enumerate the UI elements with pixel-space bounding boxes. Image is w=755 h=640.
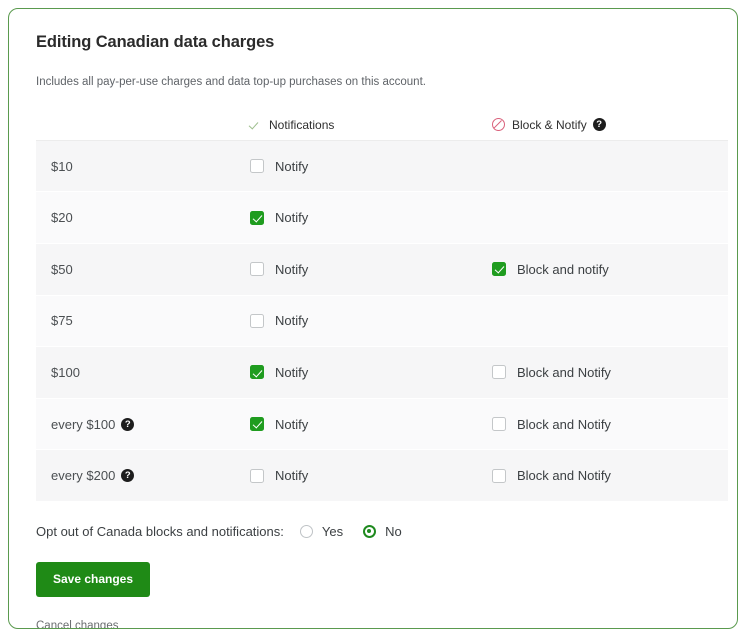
block-notify-label: Block and Notify	[517, 364, 611, 380]
charge-amount-label: every $100	[51, 416, 116, 432]
radio-label: Yes	[321, 523, 344, 539]
block-notify-checkbox[interactable]	[492, 468, 506, 483]
optout-radio-no[interactable]: No	[363, 524, 402, 539]
block-notify-cell[interactable]: Block and Notify	[492, 417, 726, 432]
header-notifications-column: Notifications	[250, 118, 492, 132]
notify-label: Notify	[275, 364, 309, 380]
notify-label: Notify	[275, 468, 309, 484]
charge-amount-cell: $75	[36, 313, 250, 328]
block-notify-label: Block and Notify	[517, 416, 611, 432]
charges-table: $10 Notify $20 Notify $50 Notify Block and not…	[36, 139, 728, 502]
charge-amount-cell: $50	[36, 262, 250, 277]
notify-cell[interactable]: Notify	[250, 159, 492, 174]
notify-checkbox[interactable]	[250, 468, 264, 483]
table-row: $50 Notify Block and notify	[36, 243, 728, 296]
header-block-notify-column: Block & Notify ?	[492, 118, 726, 132]
notify-cell[interactable]: Notify	[250, 262, 492, 277]
notify-checkbox[interactable]	[250, 159, 264, 174]
table-row: $20 Notify	[36, 192, 728, 244]
optout-row: Opt out of Canada blocks and notificatio…	[36, 524, 710, 539]
check-icon	[250, 119, 262, 131]
charge-amount-cell: every $100?	[36, 417, 250, 432]
prohibition-icon	[492, 118, 505, 132]
notify-checkbox[interactable]	[250, 210, 264, 225]
notify-checkbox[interactable]	[250, 417, 264, 431]
charge-amount-label: $100	[51, 364, 80, 380]
table-row: every $100? Notify Block and Notify	[36, 398, 728, 451]
optout-label: Opt out of Canada blocks and notificatio…	[36, 523, 284, 539]
charge-amount-cell: $20	[36, 210, 250, 225]
save-button[interactable]: Save changes	[36, 561, 150, 597]
charge-amount-label: $20	[51, 210, 73, 226]
charge-amount-label: $75	[51, 313, 73, 329]
optout-radio-yes[interactable]: Yes	[299, 523, 344, 539]
notify-cell[interactable]: Notify	[250, 417, 492, 432]
help-icon[interactable]: ?	[592, 118, 606, 132]
charge-amount-cell: every $200?	[36, 468, 250, 483]
block-notify-checkbox[interactable]	[492, 365, 506, 380]
notify-label: Notify	[275, 261, 309, 277]
radio-button[interactable]	[299, 524, 313, 538]
radio-button[interactable]	[363, 524, 377, 538]
block-notify-label: Block and Notify	[517, 468, 611, 484]
cancel-changes-link[interactable]: Cancel changes	[36, 620, 118, 628]
notify-cell[interactable]: Notify	[250, 468, 492, 483]
page-subtitle: Includes all pay-per-use charges and dat…	[36, 75, 426, 88]
table-row: $75 Notify	[36, 295, 728, 348]
table-row: $10 Notify	[36, 140, 728, 193]
block-notify-cell[interactable]: Block and Notify	[492, 365, 726, 380]
block-notify-cell[interactable]: Block and Notify	[492, 468, 726, 483]
notify-checkbox[interactable]	[250, 313, 264, 328]
notify-cell[interactable]: Notify	[250, 210, 492, 225]
notify-cell[interactable]: Notify	[250, 313, 492, 328]
charge-amount-cell: $100	[36, 365, 250, 380]
charge-amount-label: every $200	[51, 468, 116, 484]
notify-label: Notify	[275, 416, 309, 432]
table-row: $100 Notify Block and Notify	[36, 347, 728, 399]
block-notify-checkbox[interactable]	[492, 417, 506, 431]
block-notify-checkbox[interactable]	[492, 262, 506, 277]
notify-label: Notify	[275, 313, 309, 329]
page-title: Editing Canadian data charges	[36, 33, 275, 51]
notify-checkbox[interactable]	[250, 365, 264, 380]
header-notifications-label: Notifications	[269, 117, 335, 132]
notify-checkbox[interactable]	[250, 262, 264, 277]
charge-amount-label: $10	[51, 158, 73, 174]
help-icon[interactable]: ?	[121, 469, 135, 483]
editing-charges-panel: Editing Canadian data charges Includes a…	[8, 8, 738, 629]
help-icon[interactable]: ?	[121, 417, 135, 431]
notify-label: Notify	[275, 210, 309, 226]
header-block-notify-label: Block & Notify	[512, 117, 587, 132]
block-notify-cell[interactable]: Block and notify	[492, 262, 726, 277]
charge-amount-cell: $10	[36, 159, 250, 174]
charge-amount-label: $50	[51, 261, 73, 277]
radio-label: No	[385, 523, 402, 539]
notify-cell[interactable]: Notify	[250, 365, 492, 380]
table-header: Notifications Block & Notify ?	[36, 112, 710, 138]
table-row: every $200? Notify Block and Notify	[36, 450, 728, 502]
notify-label: Notify	[275, 158, 309, 174]
block-notify-label: Block and notify	[517, 261, 609, 277]
